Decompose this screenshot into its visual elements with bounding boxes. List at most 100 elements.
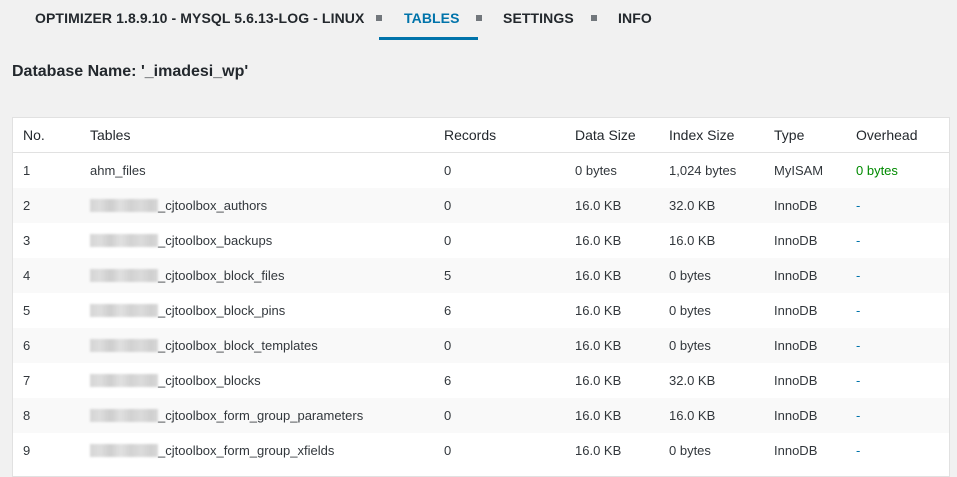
nav-separator — [476, 15, 482, 21]
cell-type: InnoDB — [774, 443, 818, 458]
cell-overhead: - — [856, 233, 861, 248]
table-row: 6 _cjtoolbox_block_templates 0 16.0 KB 0 byt… — [13, 328, 949, 363]
cell-data-size: 16.0 KB — [575, 303, 622, 318]
cell-type: InnoDB — [774, 233, 818, 248]
cell-data-size: 16.0 KB — [575, 258, 669, 293]
cell-records: 5 — [444, 258, 575, 293]
table-name-text: _cjtoolbox_blocks — [158, 373, 261, 388]
cell-table-name: _cjtoolbox_authors — [90, 188, 444, 223]
cell-table-name: _cjtoolbox_block_templates — [90, 328, 444, 363]
redacted-prefix — [90, 339, 158, 352]
tables-table: No. Tables Records Data Size Index Size … — [12, 117, 950, 477]
cell-type: MyISAM — [774, 163, 824, 178]
cell-index-size: 16.0 KB — [669, 233, 716, 248]
active-tab-underline — [379, 37, 478, 40]
cell-type: InnoDB — [774, 398, 856, 433]
cell-no: 9 — [23, 443, 31, 458]
cell-table-name: _cjtoolbox_block_files — [90, 258, 444, 293]
cell-no: 1 — [23, 163, 31, 178]
redacted-prefix — [90, 444, 158, 457]
cell-type: InnoDB — [774, 188, 856, 223]
redacted-prefix — [90, 374, 158, 387]
col-header-records: Records — [444, 118, 575, 153]
col-header-index-size: Index Size — [669, 118, 774, 153]
database-name: Database Name: '_imadesi_wp' — [12, 63, 249, 80]
cell-overhead: - — [856, 258, 949, 293]
cell-type: InnoDB — [774, 258, 856, 293]
top-nav: OPTIMIZER 1.8.9.10 - MYSQL 5.6.13-LOG - … — [0, 0, 957, 40]
cell-type: InnoDB — [774, 373, 818, 388]
cell-table-name: _cjtoolbox_block_pins — [90, 293, 444, 328]
nav-separator — [591, 15, 597, 21]
cell-records: 0 — [444, 233, 452, 248]
cell-index-size: 0 bytes — [669, 303, 711, 318]
redacted-prefix — [90, 234, 158, 247]
table-name-text: _cjtoolbox_block_files — [158, 268, 285, 283]
cell-overhead: - — [856, 373, 861, 388]
table-row: 5 _cjtoolbox_block_pins 6 16.0 KB 0 bytes Inn… — [13, 293, 949, 328]
redacted-prefix — [90, 269, 158, 282]
cell-table-name: _cjtoolbox_blocks — [90, 363, 444, 398]
cell-no: 3 — [23, 233, 31, 248]
table-row: 3 _cjtoolbox_backups 0 16.0 KB 16.0 KB InnoDB… — [13, 223, 949, 258]
cell-no: 2 — [13, 188, 90, 223]
cell-table-name: ahm_files — [90, 163, 146, 178]
cell-no: 6 — [13, 328, 90, 363]
redacted-prefix — [90, 304, 158, 317]
cell-records: 0 — [444, 443, 452, 458]
cell-overhead: - — [856, 443, 861, 458]
cell-index-size: 0 bytes — [669, 328, 774, 363]
col-header-tables: Tables — [90, 118, 444, 153]
redacted-prefix — [90, 409, 158, 422]
cell-data-size: 16.0 KB — [575, 233, 622, 248]
col-header-data-size: Data Size — [575, 118, 669, 153]
col-header-no: No. — [13, 118, 90, 153]
cell-no: 7 — [23, 373, 31, 388]
tab-info[interactable]: INFO — [618, 10, 652, 26]
cell-table-name: _cjtoolbox_form_group_xfields — [90, 433, 444, 468]
table-row: 1 ahm_files 0 0 bytes 1,024 bytes MyISAM 0 byt… — [13, 153, 949, 189]
cell-overhead: 0 bytes — [856, 163, 898, 178]
cell-records: 0 — [444, 398, 575, 433]
cell-no: 8 — [13, 398, 90, 433]
plugin-title: OPTIMIZER 1.8.9.10 - MYSQL 5.6.13-LOG - … — [35, 10, 365, 26]
table-name-text: _cjtoolbox_form_group_parameters — [158, 408, 364, 423]
cell-records: 0 — [444, 188, 575, 223]
cell-table-name: _cjtoolbox_form_group_parameters — [90, 398, 444, 433]
cell-no: 5 — [23, 303, 31, 318]
tab-tables[interactable]: TABLES — [404, 10, 460, 26]
cell-type: InnoDB — [774, 303, 818, 318]
cell-index-size: 1,024 bytes — [669, 163, 737, 178]
table-row: 7 _cjtoolbox_blocks 6 16.0 KB 32.0 KB InnoDB - — [13, 363, 949, 398]
cell-overhead: - — [856, 328, 949, 363]
cell-overhead: - — [856, 303, 861, 318]
cell-type: InnoDB — [774, 328, 856, 363]
redacted-prefix — [90, 199, 158, 212]
nav-separator — [376, 15, 382, 21]
cell-index-size: 0 bytes — [669, 258, 774, 293]
table-row: 2 _cjtoolbox_authors 0 16.0 KB 32.0 KB InnoDB… — [13, 188, 949, 223]
cell-data-size: 16.0 KB — [575, 328, 669, 363]
cell-records: 6 — [444, 303, 452, 318]
table-name-text: _cjtoolbox_form_group_xfields — [158, 443, 335, 458]
cell-records: 0 — [444, 163, 452, 178]
cell-data-size: 16.0 KB — [575, 373, 622, 388]
cell-table-name: _cjtoolbox_backups — [90, 223, 444, 258]
table-header-row: No. Tables Records Data Size Index Size … — [13, 118, 949, 153]
col-header-overhead: Overhead — [856, 118, 949, 153]
table-row: 8 _cjtoolbox_form_group_parameters 0 16.0 K… — [13, 398, 949, 433]
cell-records: 0 — [444, 328, 575, 363]
cell-records: 6 — [444, 373, 452, 388]
table-name-text: _cjtoolbox_block_pins — [158, 303, 286, 318]
table-row: 4 _cjtoolbox_block_files 5 16.0 KB 0 bytes In… — [13, 258, 949, 293]
col-header-type: Type — [774, 118, 856, 153]
cell-data-size: 16.0 KB — [575, 188, 669, 223]
cell-index-size: 16.0 KB — [669, 398, 774, 433]
cell-data-size: 16.0 KB — [575, 398, 669, 433]
table-name-text: _cjtoolbox_backups — [158, 233, 273, 248]
table-name-text: _cjtoolbox_authors — [158, 198, 268, 213]
table-row: 9 _cjtoolbox_form_group_xfields 0 16.0 KB 0 … — [13, 433, 949, 468]
table-name-text: _cjtoolbox_block_templates — [158, 338, 318, 353]
cell-index-size: 32.0 KB — [669, 188, 774, 223]
tab-settings[interactable]: SETTINGS — [503, 10, 574, 26]
